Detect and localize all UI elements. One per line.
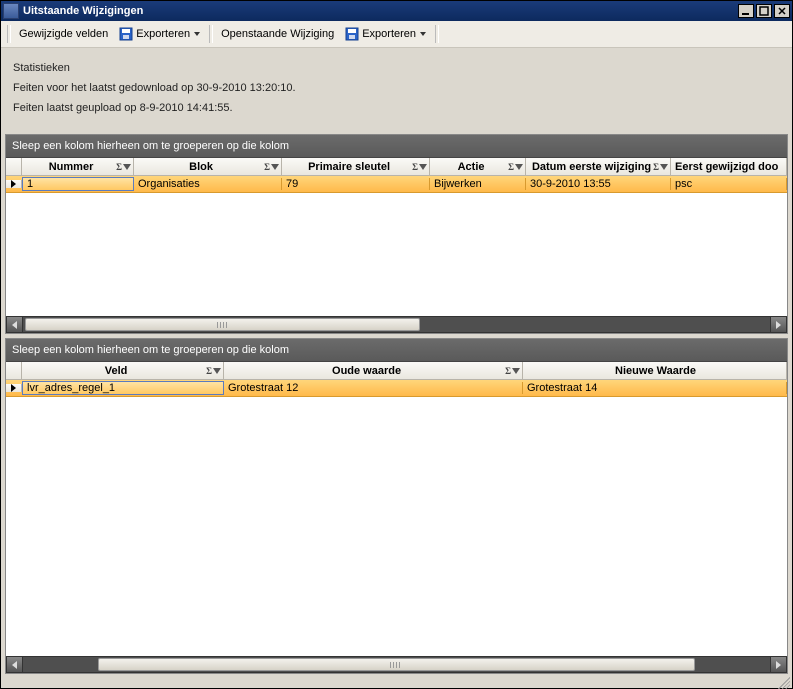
toolbar-label-pending: Openstaande Wijziging bbox=[217, 26, 338, 42]
app-window: Uitstaande Wijzigingen Gewijzigde velden… bbox=[0, 0, 793, 689]
sigma-icon[interactable]: Σ bbox=[206, 366, 212, 376]
fields-grid: Sleep een kolom hierheen om te groeperen… bbox=[5, 338, 788, 674]
column-header-veld[interactable]: Veld Σ bbox=[22, 362, 224, 379]
scroll-right-button[interactable] bbox=[770, 316, 787, 333]
sigma-icon[interactable]: Σ bbox=[508, 162, 514, 172]
grip-icon bbox=[778, 677, 790, 689]
chevron-down-icon bbox=[420, 32, 426, 36]
filter-icon[interactable] bbox=[515, 164, 523, 170]
row-selector-header bbox=[6, 158, 22, 175]
column-header-nummer[interactable]: Nummer Σ bbox=[22, 158, 134, 175]
scroll-track[interactable] bbox=[23, 316, 770, 333]
toolbar-label-fields: Gewijzigde velden bbox=[15, 26, 112, 42]
horizontal-scrollbar[interactable] bbox=[6, 656, 787, 673]
grid-body: lvr_adres_regel_1 Grotestraat 12 Grotest… bbox=[6, 380, 787, 656]
save-icon bbox=[345, 27, 359, 41]
column-header-actie[interactable]: Actie Σ bbox=[430, 158, 526, 175]
scroll-left-button[interactable] bbox=[6, 656, 23, 673]
window-title: Uitstaande Wijzigingen bbox=[23, 5, 738, 17]
stats-upload-line: Feiten laatst geupload op 8-9-2010 14:41… bbox=[13, 98, 780, 118]
filter-icon[interactable] bbox=[213, 368, 221, 374]
minimize-button[interactable] bbox=[738, 4, 754, 18]
cell-datum-eerste[interactable]: 30-9-2010 13:55 bbox=[526, 178, 671, 190]
column-header-datum-eerste[interactable]: Datum eerste wijziging Σ bbox=[526, 158, 671, 175]
sigma-icon[interactable]: Σ bbox=[653, 162, 659, 172]
grid-body: 1 Organisaties 79 Bijwerken 30-9-2010 13… bbox=[6, 176, 787, 316]
sigma-icon[interactable]: Σ bbox=[505, 366, 511, 376]
toolbar-separator bbox=[209, 25, 213, 43]
cell-eerst-gewijzigd[interactable]: psc bbox=[671, 178, 787, 190]
cell-oude-waarde[interactable]: Grotestraat 12 bbox=[224, 382, 523, 394]
cell-actie[interactable]: Bijwerken bbox=[430, 178, 526, 190]
filter-icon[interactable] bbox=[660, 164, 668, 170]
export-fields-label: Exporteren bbox=[136, 28, 190, 40]
current-row-icon bbox=[11, 180, 16, 188]
column-header-row: Nummer Σ Blok Σ Primaire sleutel Σ Actie… bbox=[6, 158, 787, 176]
cell-nieuwe-waarde[interactable]: Grotestraat 14 bbox=[523, 382, 787, 394]
statistics-panel: Statistieken Feiten voor het laatst gedo… bbox=[1, 48, 792, 132]
scroll-track[interactable] bbox=[23, 656, 770, 673]
row-selector-header bbox=[6, 362, 22, 379]
scroll-right-button[interactable] bbox=[770, 656, 787, 673]
column-header-primaire-sleutel[interactable]: Primaire sleutel Σ bbox=[282, 158, 430, 175]
cell-nummer[interactable]: 1 bbox=[22, 177, 134, 191]
column-header-row: Veld Σ Oude waarde Σ Nieuwe Waarde bbox=[6, 362, 787, 380]
app-icon bbox=[3, 3, 19, 19]
cell-veld[interactable]: lvr_adres_regel_1 bbox=[22, 381, 224, 395]
scroll-thumb[interactable] bbox=[25, 318, 420, 331]
stats-download-line: Feiten voor het laatst gedownload op 30-… bbox=[13, 78, 780, 98]
stats-heading: Statistieken bbox=[13, 58, 780, 78]
cell-primaire-sleutel[interactable]: 79 bbox=[282, 178, 430, 190]
resize-handle[interactable] bbox=[1, 676, 792, 688]
filter-icon[interactable] bbox=[271, 164, 279, 170]
column-header-nieuwe-waarde[interactable]: Nieuwe Waarde bbox=[523, 362, 787, 379]
column-header-oude-waarde[interactable]: Oude waarde Σ bbox=[224, 362, 523, 379]
cell-blok[interactable]: Organisaties bbox=[134, 178, 282, 190]
table-row[interactable]: 1 Organisaties 79 Bijwerken 30-9-2010 13… bbox=[6, 176, 787, 193]
group-by-bar[interactable]: Sleep een kolom hierheen om te groeperen… bbox=[6, 135, 787, 158]
row-indicator[interactable] bbox=[6, 384, 22, 392]
chevron-down-icon bbox=[194, 32, 200, 36]
scroll-left-button[interactable] bbox=[6, 316, 23, 333]
save-icon bbox=[119, 27, 133, 41]
scroll-thumb[interactable] bbox=[98, 658, 696, 671]
filter-icon[interactable] bbox=[419, 164, 427, 170]
export-fields-button[interactable]: Exporteren bbox=[114, 24, 205, 44]
toolbar: Gewijzigde velden Exporteren Openstaande… bbox=[1, 21, 792, 48]
group-by-bar[interactable]: Sleep een kolom hierheen om te groeperen… bbox=[6, 339, 787, 362]
column-header-blok[interactable]: Blok Σ bbox=[134, 158, 282, 175]
table-row[interactable]: lvr_adres_regel_1 Grotestraat 12 Grotest… bbox=[6, 380, 787, 397]
export-pending-button[interactable]: Exporteren bbox=[340, 24, 431, 44]
export-pending-label: Exporteren bbox=[362, 28, 416, 40]
toolbar-separator bbox=[7, 25, 11, 43]
title-bar: Uitstaande Wijzigingen bbox=[1, 1, 792, 21]
row-indicator[interactable] bbox=[6, 180, 22, 188]
close-button[interactable] bbox=[774, 4, 790, 18]
current-row-icon bbox=[11, 384, 16, 392]
horizontal-scrollbar[interactable] bbox=[6, 316, 787, 333]
sigma-icon[interactable]: Σ bbox=[412, 162, 418, 172]
filter-icon[interactable] bbox=[512, 368, 520, 374]
sigma-icon[interactable]: Σ bbox=[116, 162, 122, 172]
changes-grid: Sleep een kolom hierheen om te groeperen… bbox=[5, 134, 788, 334]
toolbar-separator bbox=[435, 25, 439, 43]
maximize-button[interactable] bbox=[756, 4, 772, 18]
sigma-icon[interactable]: Σ bbox=[264, 162, 270, 172]
filter-icon[interactable] bbox=[123, 164, 131, 170]
column-header-eerst-gewijzigd[interactable]: Eerst gewijzigd doo bbox=[671, 158, 787, 175]
